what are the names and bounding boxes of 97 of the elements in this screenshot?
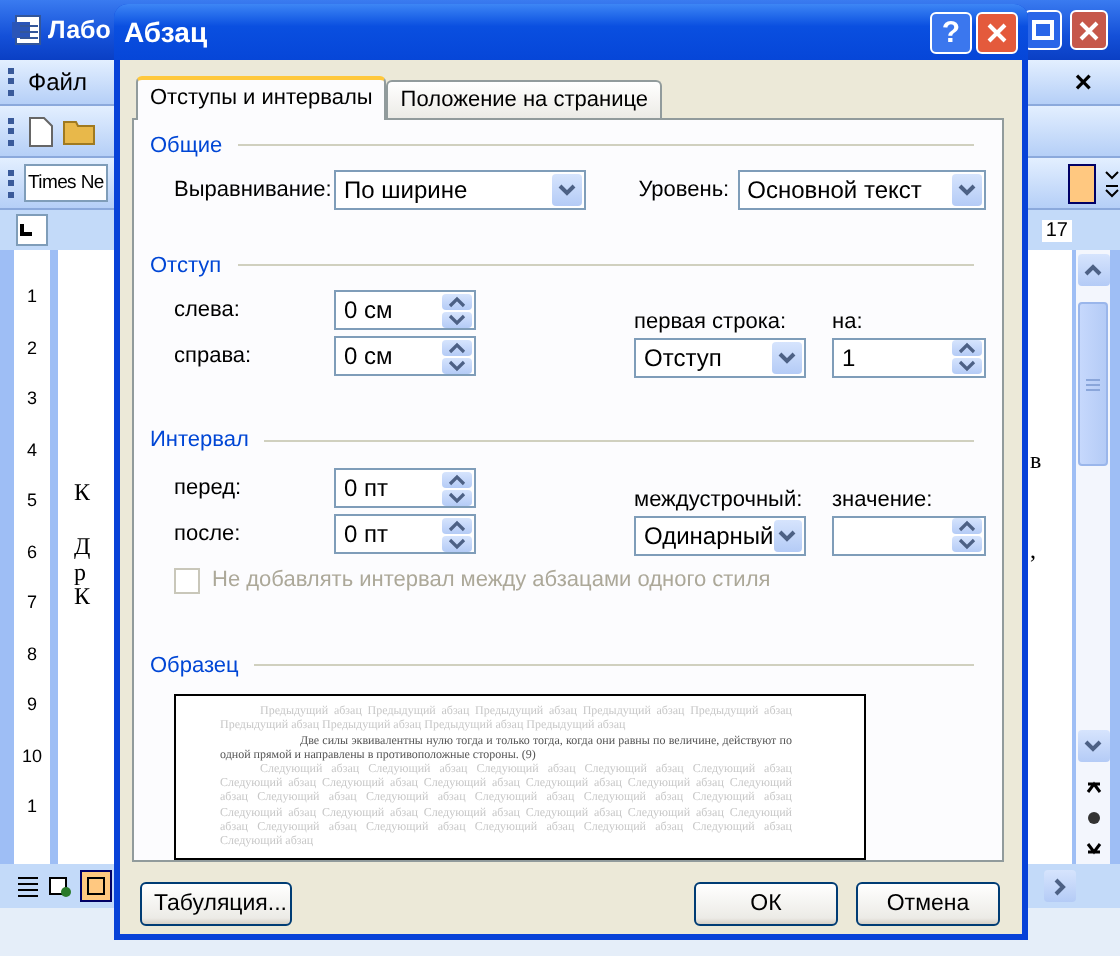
- field-label: междустрочный:: [634, 487, 805, 512]
- maximize-icon[interactable]: [1032, 20, 1054, 40]
- toolbar-options-icon[interactable]: [1104, 169, 1120, 197]
- tab[interactable]: Отступы и интервалы: [136, 76, 387, 120]
- help-button[interactable]: ?: [930, 11, 972, 53]
- dropdown[interactable]: Отступ: [634, 337, 806, 378]
- maximize-button[interactable]: [1024, 10, 1062, 50]
- close-button[interactable]: [976, 11, 1018, 53]
- ruler-number: 3: [26, 388, 37, 408]
- scroll-down-button[interactable]: [1077, 730, 1109, 762]
- normal-view-icon[interactable]: [16, 875, 40, 897]
- ruler-number: 8: [26, 643, 37, 663]
- field-label: после:: [174, 522, 243, 547]
- spin-box[interactable]: 0 см: [334, 336, 476, 377]
- spin-up-icon[interactable]: [952, 340, 982, 357]
- section-heading: Отступ: [150, 253, 222, 278]
- dialog-button[interactable]: Табуляция...: [140, 882, 292, 926]
- spin-up-icon[interactable]: [442, 293, 472, 310]
- field-label: слева:: [174, 298, 242, 323]
- font-name-field[interactable]: Times Ne: [24, 164, 108, 202]
- spin-down-icon[interactable]: [442, 489, 472, 506]
- spin-box[interactable]: 1: [832, 337, 986, 378]
- field-label: первая строка:: [634, 309, 789, 334]
- ruler-number: 7: [26, 592, 37, 612]
- web-view-icon[interactable]: [48, 875, 72, 897]
- scroll-right-button[interactable]: [1044, 870, 1076, 902]
- browse-object-icon[interactable]: [1085, 810, 1101, 826]
- document-text: Д: [74, 532, 91, 562]
- scroll-up-button[interactable]: [1077, 254, 1109, 286]
- ruler-number: 17: [1041, 219, 1072, 241]
- section-heading: Образец: [150, 653, 239, 678]
- grip-icon: [1086, 377, 1100, 391]
- print-layout-icon[interactable]: [80, 870, 112, 902]
- folder-icon[interactable]: [62, 116, 98, 146]
- section-heading: Общие: [150, 133, 223, 158]
- close-icon[interactable]: [986, 21, 1008, 43]
- document-text: р: [74, 558, 86, 588]
- chevron-down-icon[interactable]: [778, 351, 796, 364]
- tab-stop-icon: [18, 222, 34, 238]
- field-label: перед:: [174, 476, 244, 501]
- field-label: Выравнивание:: [174, 178, 330, 203]
- close-icon[interactable]: [1078, 19, 1100, 41]
- dialog-button[interactable]: Отмена: [856, 882, 1000, 926]
- dropdown[interactable]: Одинарный: [634, 515, 806, 556]
- dropdown[interactable]: Основной текст: [737, 170, 986, 211]
- ruler-number: 1: [26, 286, 37, 306]
- spin-down-icon[interactable]: [952, 358, 982, 375]
- ruler-number: 1: [26, 796, 37, 816]
- tab-stop-selector[interactable]: [16, 214, 48, 246]
- window-title: Лабо: [48, 16, 111, 44]
- document-text: ,: [1030, 536, 1036, 566]
- chevron-down-icon[interactable]: [958, 184, 976, 197]
- spin-down-icon[interactable]: [442, 357, 472, 374]
- ruler-number: 10: [21, 745, 42, 765]
- spin-box[interactable]: [832, 515, 986, 556]
- spin-box[interactable]: 0 пт: [334, 514, 476, 555]
- spin-up-icon[interactable]: [952, 518, 982, 535]
- menu-item[interactable]: Файл: [28, 68, 88, 96]
- chevron-up-icon[interactable]: [1084, 264, 1102, 276]
- ruler-number: 9: [26, 694, 37, 714]
- spin-up-icon[interactable]: [442, 471, 472, 488]
- tab[interactable]: Положение на странице: [386, 80, 663, 118]
- ruler-number: 5: [26, 490, 37, 510]
- next-page-icon[interactable]: [1085, 842, 1101, 858]
- field-label: на:: [832, 309, 863, 334]
- ruler-number: 2: [26, 337, 37, 357]
- dropdown[interactable]: По ширине: [334, 170, 587, 211]
- previous-page-icon[interactable]: [1085, 778, 1101, 794]
- field-label: Уровень:: [638, 178, 730, 203]
- spin-box[interactable]: 0 см: [334, 290, 476, 331]
- chevron-down-icon[interactable]: [1084, 740, 1102, 752]
- spin-box[interactable]: 0 пт: [334, 468, 476, 509]
- document-icon: [12, 14, 44, 46]
- document-text: К: [74, 478, 91, 508]
- checkbox-label: Не добавлять интервал между абзацами одного стиля: [212, 568, 771, 593]
- new-document-icon[interactable]: [28, 115, 54, 147]
- field-label: значение:: [832, 487, 933, 512]
- ruler-number: 4: [26, 439, 37, 459]
- spin-up-icon[interactable]: [442, 339, 472, 356]
- dialog-button[interactable]: ОК: [694, 882, 838, 926]
- dialog-title: Абзац: [124, 16, 210, 48]
- spin-down-icon[interactable]: [442, 535, 472, 552]
- chevron-right-icon[interactable]: [1054, 877, 1066, 895]
- spin-down-icon[interactable]: [952, 536, 982, 553]
- close-button[interactable]: [1070, 10, 1108, 50]
- align-toolbar-button[interactable]: [1068, 163, 1096, 203]
- chevron-down-icon[interactable]: [558, 184, 577, 197]
- spin-down-icon[interactable]: [442, 311, 472, 328]
- scrollbar-thumb[interactable]: [1078, 302, 1108, 466]
- ruler-number: 6: [26, 541, 37, 561]
- spin-up-icon[interactable]: [442, 517, 472, 534]
- document-text: в: [1030, 446, 1042, 476]
- chevron-down-icon[interactable]: [778, 529, 797, 542]
- section-heading: Интервал: [150, 428, 249, 453]
- field-label: справа:: [174, 344, 254, 369]
- close-document-button[interactable]: ×: [1074, 65, 1092, 99]
- document-text: К: [74, 582, 91, 612]
